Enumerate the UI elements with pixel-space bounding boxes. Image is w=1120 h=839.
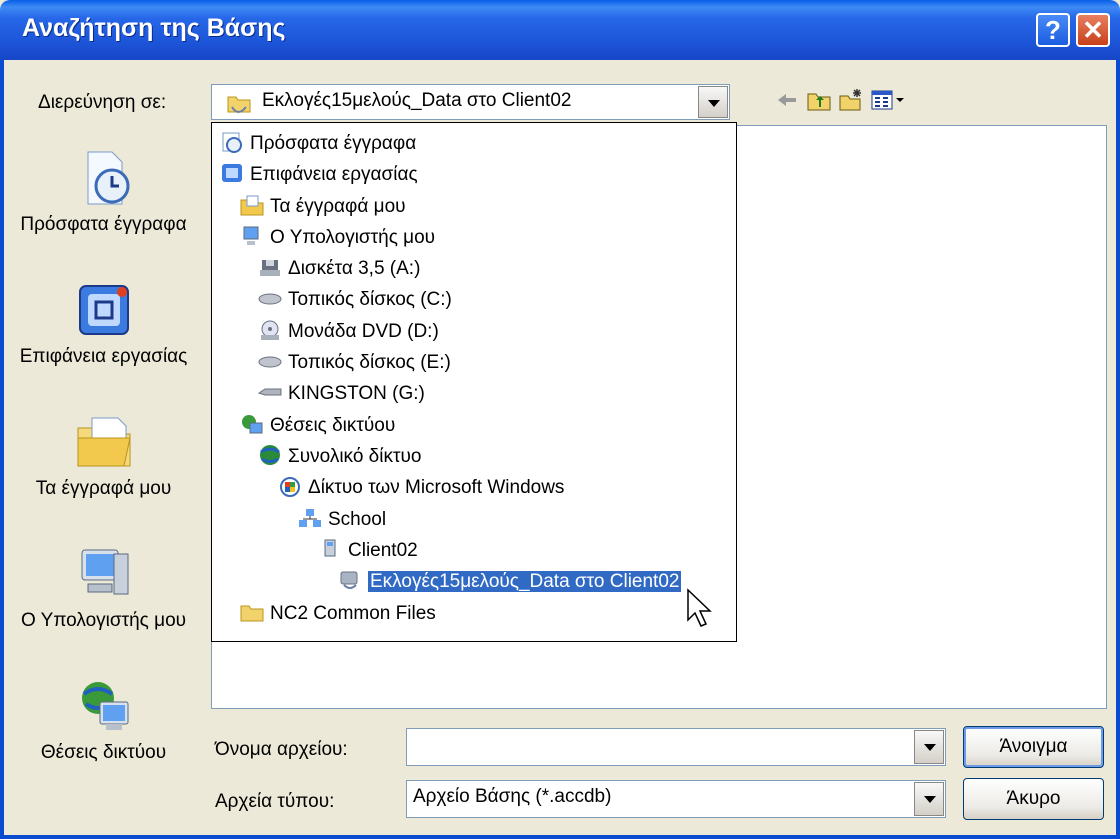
dropdown-item[interactable]: Ο Υπολογιστής μου bbox=[240, 223, 435, 254]
dropdown-item[interactable]: Επιφάνεια εργασίας bbox=[220, 160, 418, 191]
my-computer-icon bbox=[81, 549, 128, 595]
look-in-value: Εκλογές15μελούς_Data στο Client02 bbox=[262, 90, 572, 111]
desktop-icon bbox=[78, 285, 129, 335]
place-network-places[interactable]: Θέσεις δικτύου bbox=[6, 676, 201, 765]
workgroup-icon bbox=[299, 508, 321, 527]
look-in-combo[interactable]: Εκλογές15μελούς_Data στο Client02 bbox=[211, 84, 730, 120]
dropdown-item[interactable]: Τα έγγραφά μου bbox=[240, 192, 406, 223]
dropdown-item[interactable]: Τοπικός δίσκος (C:) bbox=[258, 285, 452, 316]
dropdown-item[interactable]: KINGSTON (G:) bbox=[258, 379, 425, 410]
place-label: Ο Υπολογιστής μου bbox=[20, 610, 187, 631]
place-my-computer[interactable]: Ο Υπολογιστής μου bbox=[6, 544, 201, 633]
file-name-combo[interactable] bbox=[406, 728, 946, 766]
dropdown-item[interactable]: School bbox=[298, 505, 386, 536]
desktop-icon bbox=[222, 163, 242, 182]
place-recent-documents[interactable]: Πρόσφατα έγγραφα bbox=[6, 148, 201, 237]
hard-disk-icon bbox=[258, 356, 282, 368]
file-name-dropdown-arrow[interactable] bbox=[914, 730, 944, 764]
dropdown-item[interactable]: Συνολικό δίκτυο bbox=[258, 442, 421, 473]
shared-folder-icon bbox=[227, 96, 251, 113]
dropdown-item[interactable]: Μονάδα DVD (D:) bbox=[258, 317, 439, 348]
place-label: Επιφάνεια εργασίας bbox=[19, 346, 188, 367]
file-name-label: Όνομα αρχείου: bbox=[215, 739, 348, 760]
windows-network-icon bbox=[280, 476, 300, 497]
close-button[interactable]: ✕ bbox=[1076, 13, 1110, 47]
cancel-button[interactable]: Άκυρο bbox=[963, 778, 1104, 820]
shared-folder-icon bbox=[340, 571, 358, 589]
folder-icon bbox=[240, 605, 264, 622]
look-in-label: Διερεύνηση σε: bbox=[38, 92, 167, 113]
hard-disk-icon bbox=[258, 293, 282, 305]
dvd-drive-icon bbox=[261, 320, 279, 340]
mouse-cursor-icon bbox=[687, 588, 712, 627]
dropdown-item[interactable]: NC2 Common Files bbox=[240, 599, 436, 630]
file-type-label: Αρχεία τύπου: bbox=[215, 791, 335, 812]
back-arrow-icon[interactable] bbox=[774, 88, 800, 112]
computer-icon bbox=[324, 539, 336, 557]
views-menu-icon[interactable] bbox=[870, 88, 906, 112]
look-in-dropdown-list[interactable]: Πρόσφατα έγγραφα Επιφάνεια εργασίας Τα έ… bbox=[211, 122, 737, 642]
file-type-value: Αρχείο Βάσης (*.accdb) bbox=[413, 786, 612, 807]
entire-network-icon bbox=[260, 444, 280, 465]
removable-drive-icon bbox=[258, 388, 282, 396]
my-documents-icon bbox=[240, 195, 264, 216]
look-in-dropdown-arrow[interactable] bbox=[698, 86, 728, 118]
up-folder-icon[interactable] bbox=[806, 88, 832, 112]
window-title: Αναζήτηση της Βάσης bbox=[22, 14, 286, 42]
place-my-documents[interactable]: Τα έγγραφά μου bbox=[6, 412, 201, 501]
dropdown-item[interactable]: Θέσεις δικτύου bbox=[240, 411, 395, 442]
place-desktop[interactable]: Επιφάνεια εργασίας bbox=[6, 280, 201, 369]
network-places-icon bbox=[242, 414, 263, 434]
file-type-combo[interactable]: Αρχείο Βάσης (*.accdb) bbox=[406, 780, 946, 818]
file-type-dropdown-arrow[interactable] bbox=[914, 782, 944, 816]
place-label: Θέσεις δικτύου bbox=[40, 742, 167, 763]
dropdown-item[interactable]: Πρόσφατα έγγραφα bbox=[220, 129, 416, 160]
floppy-drive-icon bbox=[260, 259, 280, 276]
dropdown-item[interactable]: Client02 bbox=[318, 536, 418, 567]
help-button[interactable]: ? bbox=[1036, 13, 1070, 47]
place-label: Τα έγγραφά μου bbox=[35, 478, 172, 499]
new-folder-icon[interactable] bbox=[838, 88, 864, 112]
my-computer-icon bbox=[243, 226, 259, 245]
open-button[interactable]: Άνοιγμα bbox=[963, 726, 1104, 768]
my-documents-icon bbox=[77, 417, 131, 467]
dropdown-item[interactable]: Τοπικός δίσκος (E:) bbox=[258, 348, 451, 379]
network-places-icon bbox=[81, 682, 128, 730]
place-label: Πρόσφατα έγγραφα bbox=[20, 214, 187, 235]
dropdown-item[interactable]: Δισκέτα 3,5 (A:) bbox=[258, 254, 420, 285]
recent-documents-icon bbox=[87, 151, 129, 205]
dropdown-item[interactable]: Δίκτυο των Microsoft Windows bbox=[278, 473, 564, 504]
dropdown-item-selected[interactable]: Εκλογές15μελούς_Data στο Client02 bbox=[338, 567, 682, 598]
recent-documents-icon bbox=[222, 132, 242, 153]
title-bar: Αναζήτηση της Βάσης ? ✕ bbox=[0, 0, 1120, 60]
